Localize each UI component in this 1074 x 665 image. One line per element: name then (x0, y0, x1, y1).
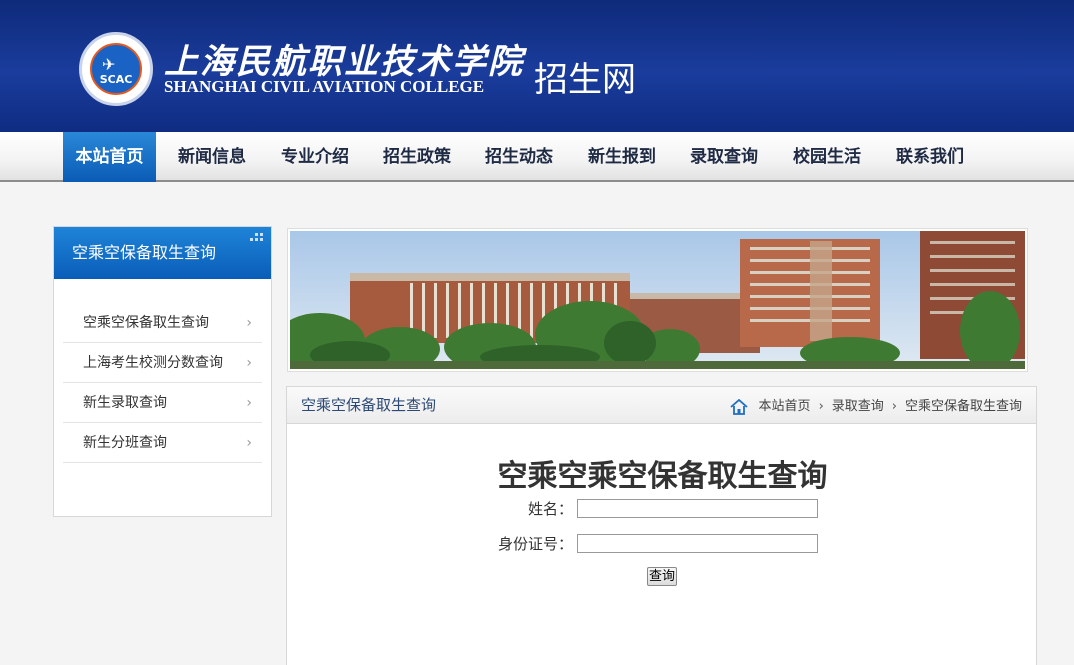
nav-item-home[interactable]: 本站首页 (63, 132, 156, 182)
query-button[interactable]: 查询 (647, 567, 677, 586)
name-label: 姓名： (527, 500, 573, 518)
breadcrumb-admission-query[interactable]: 录取查询 (832, 387, 884, 427)
sidebar-title: 空乘空保备取生查询 (72, 243, 217, 262)
name-input[interactable] (577, 499, 818, 518)
name-row: 姓名： (287, 498, 1038, 520)
nav-item-updates[interactable]: 招生动态 (472, 132, 566, 182)
chevron-right-icon: › (246, 435, 252, 451)
sidebar-item-label: 新生分班查询 (83, 435, 167, 451)
id-number-input[interactable] (577, 534, 818, 553)
sidebar: 空乘空保备取生查询 空乘空保备取生查询 › 上海考生校测分数查询 › 新生录取查… (53, 226, 272, 517)
breadcrumb-current[interactable]: 空乘空保备取生查询 (905, 387, 1022, 427)
sidebar-item-standby-query[interactable]: 空乘空保备取生查询 › (63, 303, 262, 343)
id-label: 身份证号： (497, 535, 573, 553)
chevron-right-icon: › (246, 395, 252, 411)
sidebar-item-label: 空乘空保备取生查询 (83, 315, 209, 331)
chevron-right-icon: › (818, 399, 824, 414)
chevron-right-icon: › (891, 399, 897, 414)
logo-text: SCAC (99, 73, 133, 86)
breadcrumb-home[interactable]: 本站首页 (759, 387, 811, 427)
sidebar-header: 空乘空保备取生查询 (54, 227, 271, 279)
home-icon (729, 399, 748, 415)
logo-emblem: ✈ SCAC (90, 43, 142, 95)
chevron-right-icon: › (246, 355, 252, 371)
content-panel: 空乘空保备取生查询 本站首页 › 录取查询 › 空乘空保备取生查询 空乘空乘空保… (286, 386, 1037, 665)
nav-item-policy[interactable]: 招生政策 (362, 132, 472, 182)
breadcrumb: 本站首页 › 录取查询 › 空乘空保备取生查询 (729, 387, 1022, 427)
panel-title: 空乘空保备取生查询 (301, 396, 437, 414)
nav-item-registration[interactable]: 新生报到 (566, 132, 678, 182)
main-nav: 本站首页 新闻信息 专业介绍 招生政策 招生动态 新生报到 录取查询 校园生活 … (0, 132, 1074, 182)
panel-header: 空乘空保备取生查询 本站首页 › 录取查询 › 空乘空保备取生查询 (287, 387, 1036, 424)
college-name-cn: 上海民航职业技术学院 (164, 42, 524, 82)
site-name: 招生网 (534, 60, 636, 100)
nav-item-campus-life[interactable]: 校园生活 (770, 132, 884, 182)
nav-item-contact[interactable]: 联系我们 (884, 132, 976, 182)
sidebar-item-class-query[interactable]: 新生分班查询 › (63, 423, 262, 463)
campus-banner (287, 228, 1028, 372)
college-logo[interactable]: ✈ SCAC (79, 32, 153, 106)
sidebar-item-admission-query[interactable]: 新生录取查询 › (63, 383, 262, 423)
query-title: 空乘空乘空保备取生查询 (497, 459, 828, 494)
site-header: ✈ SCAC 上海民航职业技术学院 SHANGHAI CIVIL AVIATIO… (0, 0, 1074, 132)
chevron-right-icon: › (246, 315, 252, 331)
id-row: 身份证号： (287, 533, 1038, 555)
sidebar-item-score-query[interactable]: 上海考生校测分数查询 › (63, 343, 262, 383)
nav-item-majors[interactable]: 专业介绍 (268, 132, 362, 182)
dots-icon (250, 233, 267, 245)
college-name-en: SHANGHAI CIVIL AVIATION COLLEGE (164, 77, 485, 96)
nav-item-admission-query[interactable]: 录取查询 (678, 132, 770, 182)
nav-item-news[interactable]: 新闻信息 (156, 132, 268, 182)
sidebar-item-label: 上海考生校测分数查询 (83, 355, 223, 371)
campus-photo (290, 231, 1025, 369)
sidebar-item-label: 新生录取查询 (83, 395, 167, 411)
bird-icon: ✈ (102, 55, 116, 74)
